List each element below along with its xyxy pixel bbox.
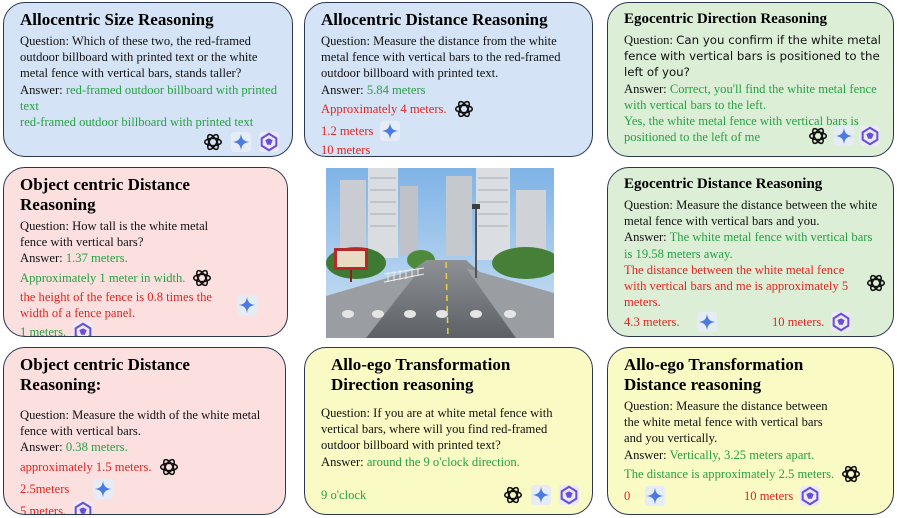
chatgpt-icon (453, 98, 475, 120)
chatgpt-icon (840, 463, 862, 485)
answer-label: Answer: (20, 440, 63, 455)
model-response: 9 o'clock (321, 487, 367, 502)
model-response: approximately 1.5 meters. (20, 459, 152, 474)
answer-label: Answer: (624, 447, 667, 462)
answer-label: Answer: (20, 251, 63, 266)
card-title: Egocentric Direction Reasoning (624, 11, 828, 27)
model-response: The distance is approximately 2.5 meters… (624, 466, 835, 481)
card-egocentric-direction: Egocentric Direction Reasoning Question:… (607, 2, 894, 157)
model-icons (20, 131, 280, 153)
model-response: 4.3 meters. (624, 315, 680, 330)
ground-truth-answer: Vertically, 3.25 meters apart. (669, 447, 815, 462)
chatgpt-icon (865, 272, 887, 294)
card-title: Object centric Distance Reasoning: (20, 355, 190, 394)
card-title: Egocentric Distance Reasoning (624, 176, 823, 192)
qwen-icon (830, 311, 852, 333)
scene-image (326, 168, 554, 338)
card-object-centric-height: Object centric Distance Reasoning Questi… (3, 167, 288, 337)
ground-truth-answer: 0.38 meters. (65, 440, 128, 455)
question-text: Question: Measure the width of the white… (20, 408, 261, 439)
card-allocentric-distance: Allocentric Distance Reasoning Question:… (304, 2, 593, 157)
answer-label: Answer: (321, 82, 364, 97)
card-title: Allocentric Size Reasoning (20, 10, 214, 29)
model-response: 10 meters. (772, 315, 825, 330)
gemini-icon (379, 120, 401, 142)
model-response: Approximately 1 meter in width. (20, 270, 186, 285)
card-title: Allocentric Distance Reasoning (321, 10, 548, 29)
question-text: Question: Measure the distance between t… (624, 399, 828, 446)
model-response: 2.5meters (20, 481, 70, 496)
gemini-icon (530, 484, 552, 506)
qwen-icon (799, 485, 821, 507)
question-text: Question: If you are at white metal fenc… (321, 406, 553, 453)
model-response: the height of the fence is 0.8 times the… (20, 289, 212, 320)
chatgpt-icon (158, 456, 180, 478)
model-response: 1 meters. (20, 324, 67, 337)
qwen-icon (258, 131, 280, 153)
answer-label: Answer: (624, 81, 667, 96)
card-allo-ego-distance: Allo-ego Transformation Distance reasoni… (607, 347, 894, 515)
qwen-icon (72, 321, 94, 336)
model-response: The distance between the white metal fen… (624, 262, 849, 310)
chatgpt-icon (502, 484, 524, 506)
question-text: Question: Measure the distance from the … (321, 34, 561, 81)
card-allo-ego-direction: Allo-ego Transformation Direction reason… (304, 347, 593, 515)
ground-truth-answer: around the 9 o'clock direction. (366, 454, 520, 469)
qwen-icon (859, 125, 881, 147)
gemini-icon (230, 131, 252, 153)
answer-label: Answer: (20, 82, 63, 97)
qwen-icon (321, 156, 343, 157)
answer-label: Answer: (624, 230, 667, 245)
ground-truth-answer: 5.84 meters (366, 82, 426, 97)
model-response: 5 meters. (20, 503, 67, 515)
question-text: Question: How tall is the white metal fe… (20, 219, 209, 250)
model-response: 1.2 meters (321, 123, 374, 138)
gemini-icon (833, 125, 855, 147)
model-icons (807, 125, 881, 147)
question-text: Question: Measure the distance between t… (624, 198, 878, 229)
card-title: Object centric Distance Reasoning (20, 175, 190, 214)
card-title: Allo-ego Transformation Direction reason… (331, 355, 511, 394)
card-title: Allo-ego Transformation Distance reasoni… (624, 355, 804, 394)
gemini-icon (92, 478, 114, 500)
chatgpt-icon (202, 131, 224, 153)
chatgpt-icon (191, 267, 213, 289)
card-allocentric-size: Allocentric Size Reasoning Question: Whi… (3, 2, 293, 157)
model-response: 10 meters (744, 488, 794, 503)
model-response: 0 (624, 488, 631, 503)
chatgpt-icon (807, 125, 829, 147)
card-object-centric-width: Object centric Distance Reasoning: Quest… (3, 347, 286, 515)
gemini-icon (696, 311, 718, 333)
gemini-icon (644, 485, 666, 507)
qwen-icon (72, 500, 94, 514)
card-egocentric-distance: Egocentric Distance Reasoning Question: … (607, 167, 894, 337)
question-text: Question: Which of these two, the red-fr… (20, 34, 258, 81)
question-text: Question: Can you confirm if the white m… (624, 33, 881, 80)
model-response: 10 meters (321, 142, 371, 157)
gemini-icon (236, 294, 258, 316)
ground-truth-answer: 1.37 meters. (65, 251, 128, 266)
qwen-icon (558, 484, 580, 506)
model-response: red-framed outdoor billboard with printe… (20, 115, 254, 130)
answer-label: Answer: (321, 454, 364, 469)
model-response: Approximately 4 meters. (321, 101, 447, 116)
